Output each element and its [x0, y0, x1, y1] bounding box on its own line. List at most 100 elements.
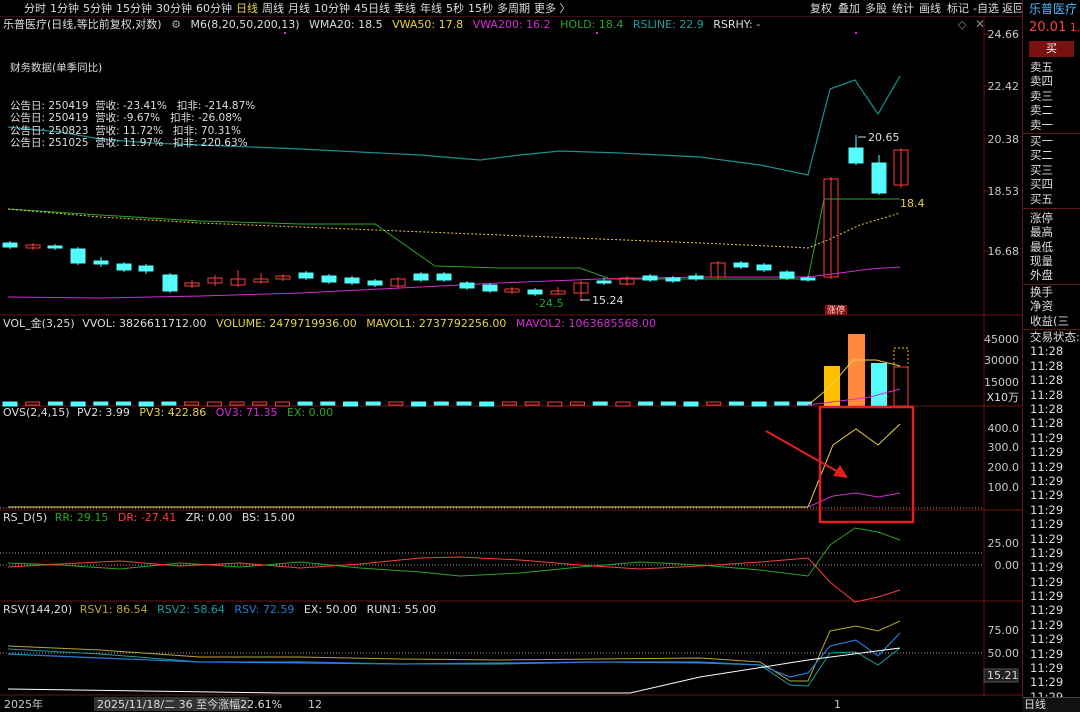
times-item: 11:29: [1030, 488, 1064, 503]
dr-label: -24.5: [535, 297, 563, 310]
times-item: 11:29: [1030, 560, 1064, 575]
diamond-icon[interactable]: ◇: [958, 18, 966, 31]
stats-item: 涨停: [1030, 210, 1053, 225]
tab-period-11[interactable]: 季线: [392, 0, 418, 17]
legend-vwa200: VWA200: 16.2: [472, 18, 551, 31]
highlight-arrow: [765, 430, 841, 474]
candle-body: [298, 272, 314, 279]
tab-period-13[interactable]: 5秒: [444, 0, 466, 17]
bids-item: 买二: [1030, 148, 1053, 163]
times-item: 11:29: [1030, 545, 1064, 560]
rsv-rsv1-line: [7, 620, 901, 682]
candle-body: [733, 262, 749, 268]
tab-period-10[interactable]: 45日线: [352, 0, 392, 17]
tab-period-0[interactable]: 分时: [2, 0, 48, 17]
ovs-axis-label: 400.0: [988, 422, 1020, 435]
toolbar-item-0[interactable]: 复权: [808, 0, 834, 17]
tab-period-8[interactable]: 月线: [286, 0, 312, 17]
tab-period-16[interactable]: 更多 〉: [532, 0, 573, 17]
rsv-run1: RUN1: 55.00: [366, 603, 437, 616]
legend-vwa50: VWA50: 17.8: [392, 18, 464, 31]
hold-value-label: 18.4: [900, 197, 925, 210]
tab-period-5[interactable]: 60分钟: [194, 0, 234, 17]
candle-body: [116, 263, 132, 271]
toolbar-item-2[interactable]: 多股: [863, 0, 889, 17]
tab-daily-bottom[interactable]: 日线: [1022, 697, 1080, 712]
tab-period-12[interactable]: 年线: [418, 0, 444, 17]
buy-button[interactable]: 买: [1029, 41, 1074, 57]
stats2-item: 收益(三: [1030, 313, 1069, 328]
volume-bar: [660, 401, 676, 406]
times-item: 11:29: [1030, 445, 1064, 460]
asks-item: 卖二: [1030, 103, 1053, 118]
legend-rsline: RSLINE: 22.9: [632, 18, 704, 31]
candle-body: [596, 280, 612, 284]
candle-body: [800, 277, 816, 281]
times-item: 11:28: [1030, 401, 1064, 416]
gear-icon[interactable]: ⚙: [171, 18, 181, 31]
tab-period-7[interactable]: 周线: [260, 0, 286, 17]
price-axis-label: 22.42: [988, 80, 1020, 93]
volume-bar: [252, 401, 268, 406]
toolbar-item-5[interactable]: 标记: [945, 0, 971, 17]
stats2-item: 换手: [1030, 284, 1053, 299]
volume-bar: [871, 363, 887, 406]
price-axis-label: 16.68: [988, 245, 1020, 258]
ovs-pv3: PV3: 422.86: [139, 406, 207, 419]
top-marker: [284, 32, 286, 34]
tab-period-6[interactable]: 日线: [234, 0, 260, 17]
close-icon[interactable]: ✕: [975, 17, 985, 31]
volume-bar: [728, 401, 744, 406]
volume-bar: [774, 401, 790, 406]
candle-body: [779, 271, 795, 279]
tab-period-14[interactable]: 15秒: [466, 0, 495, 17]
rsd-bs: BS: 15.00: [241, 511, 295, 524]
tab-period-1[interactable]: 1分钟: [48, 0, 81, 17]
asks-item: 卖三: [1030, 88, 1053, 103]
trade-status: 交易状态: 连: [1030, 330, 1080, 345]
time-info-label: 2025/11/18/二 36 至今涨幅22.61%: [97, 697, 282, 711]
stats2-list: 换手 净资 收益(三: [1023, 285, 1080, 328]
tab-period-4[interactable]: 30分钟: [154, 0, 194, 17]
trade-times: 11:28 11:28 11:28 11:28 11:28 11:28 11:29 11:29…: [1023, 344, 1080, 712]
legend-hold: HOLD: 18.4: [560, 18, 624, 31]
rsv-axis-label: 50.00: [988, 647, 1020, 660]
quote-panel: 乐普医疗 20.01 1. 买 卖五 卖四 卖三 卖二 卖一 买一 买二 买三 买四 买五 涨停…: [1022, 0, 1080, 712]
times-item: 11:28: [1030, 387, 1064, 402]
toolbar-item-4[interactable]: 画线: [917, 0, 943, 17]
tab-period-9[interactable]: 10分钟: [312, 0, 352, 17]
tab-period-15[interactable]: 多周期: [495, 0, 532, 17]
quote-price: 20.01: [1029, 20, 1067, 35]
toolbar-item-6[interactable]: -自选: [971, 0, 1001, 17]
tab-period-3[interactable]: 15分钟: [114, 0, 154, 17]
vol-name: VOL_金(3,25): [3, 317, 75, 330]
volume-bar: [456, 401, 472, 406]
highlight-arrow-head: [833, 465, 848, 478]
legend-rsrhy: RSRHY: -: [713, 18, 761, 31]
volume-bar: [365, 401, 381, 406]
volume-bar: [501, 401, 517, 406]
candle-body: [642, 275, 658, 281]
rsv-run1-line: [7, 647, 901, 694]
top-marker: [855, 32, 857, 34]
candle-body: [2, 242, 18, 248]
price-axis-label: 20.38: [988, 133, 1020, 146]
volume-bar: [638, 401, 654, 406]
main-legend: 乐普医疗(日线,等比前复权,对数) ⚙ M6(8,20,50,200,13) W…: [3, 18, 766, 31]
rsv-rsv1: RSV1: 86.54: [79, 603, 148, 616]
volume-bar: [93, 401, 109, 406]
times-item: 11:29: [1030, 531, 1064, 546]
toolbar-item-1[interactable]: 叠加: [836, 0, 862, 17]
ovs-axis-label: 200.0: [988, 461, 1020, 474]
limit-tag: 涨停: [827, 304, 845, 316]
tab-period-2[interactable]: 5分钟: [81, 0, 114, 17]
times-item: 11:28: [1030, 373, 1064, 388]
rsd-dr-line: [7, 556, 901, 603]
toolbar-item-3[interactable]: 统计: [890, 0, 916, 17]
volume-bar: [893, 366, 909, 407]
bids-item: 买一: [1030, 133, 1053, 148]
candle-body: [321, 275, 337, 283]
times-item: 11:28: [1030, 416, 1064, 431]
high-label: 20.65: [868, 131, 900, 144]
ovs-ov3: OV3: 71.35: [215, 406, 278, 419]
